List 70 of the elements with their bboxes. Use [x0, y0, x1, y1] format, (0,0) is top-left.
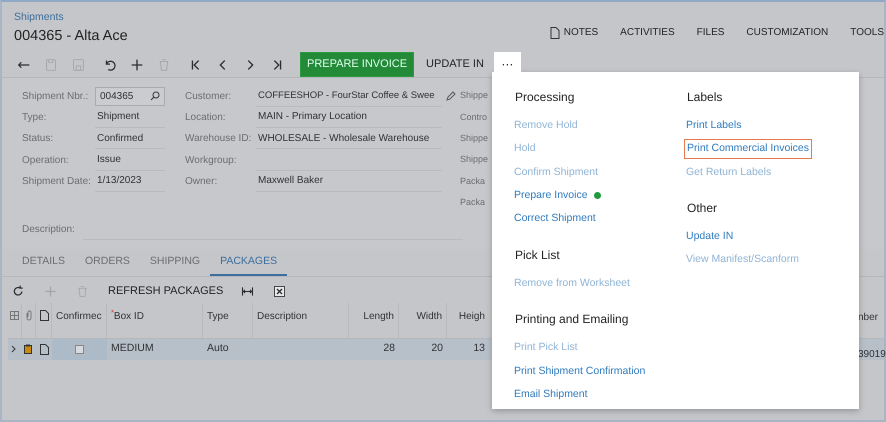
column-header[interactable]: $^{*}$Box ID — [111, 310, 144, 322]
field-label: Packa — [460, 196, 486, 209]
field-label: Owner: — [185, 174, 218, 189]
field-label: Operation: — [22, 154, 70, 168]
field-label: Warehouse ID: — [185, 132, 252, 146]
menu-section-title: Printing and Emailing — [515, 311, 630, 328]
field-label: Shipment Nbr.: — [22, 90, 90, 104]
menu-item[interactable]: Print Commercial Invoices — [684, 139, 812, 159]
input-field[interactable]: WHOLESALE - Wholesale Warehouse — [256, 128, 442, 150]
table-cell: Auto — [207, 342, 229, 354]
table-cell: 13 — [473, 342, 485, 354]
pencil-icon[interactable] — [446, 91, 456, 102]
lookup-field[interactable]: 004365 — [95, 86, 165, 106]
notes-icon — [550, 26, 560, 39]
menu-item[interactable]: Email Shipment — [512, 386, 590, 404]
field-label: Status: — [22, 132, 54, 146]
table-cell: MEDIUM — [111, 342, 154, 354]
menu-section-title: Other — [687, 200, 718, 218]
input-field[interactable]: MAIN - Primary Location — [256, 106, 442, 128]
column-header[interactable]: Length — [363, 310, 394, 322]
field-label: Customer: — [185, 90, 232, 104]
field-label: Type: — [22, 110, 48, 125]
menu-section-title: Labels — [687, 89, 724, 106]
menu-item[interactable]: Correct Shipment — [512, 210, 598, 228]
column-header[interactable]: Confirmec — [56, 310, 102, 322]
update-in-button[interactable]: UPDATE IN — [422, 54, 488, 75]
field-label: Workgroup: — [185, 154, 238, 168]
field-label: Packa — [460, 174, 486, 188]
menu-item[interactable]: Print Shipment Confirmation — [512, 362, 648, 380]
field-label: Contro — [460, 110, 488, 124]
table-cell-text: 39019 — [858, 348, 886, 362]
column-header[interactable]: Type — [207, 310, 229, 322]
field-label: Shipment Date: — [22, 174, 92, 189]
note-icon — [40, 344, 49, 354]
input-field[interactable]: Shipment — [95, 106, 165, 128]
note-icon — [40, 310, 49, 322]
refresh-packages-button[interactable]: REFRESH PACKAGES — [104, 281, 228, 302]
table-cell: 20 — [431, 342, 443, 354]
input-field[interactable]: 1/13/2023 — [95, 170, 165, 192]
top-link[interactable]: CUSTOMIZATION — [746, 18, 828, 48]
top-link[interactable]: ACTIVITIES — [620, 18, 675, 48]
column-header[interactable]: Width — [416, 310, 442, 322]
page-title: 004365 - Alta Ace — [14, 26, 128, 46]
search-icon[interactable] — [150, 91, 160, 102]
checkbox[interactable] — [75, 344, 84, 354]
prepare-invoice-button[interactable]: PREPARE INVOICE — [300, 52, 414, 77]
input-field[interactable]: Issue — [95, 149, 165, 171]
grid-settings-icon[interactable] — [10, 311, 19, 320]
column-header[interactable]: Description — [257, 310, 308, 322]
top-link[interactable]: TOOLS — [850, 18, 884, 48]
field-label: Description: — [22, 222, 75, 236]
top-link[interactable]: FILES — [696, 18, 724, 48]
clipboard-icon — [24, 344, 32, 354]
menu-item[interactable]: Update IN — [684, 228, 736, 246]
column-header[interactable]: Heigh — [458, 310, 485, 322]
menu-section-title: Processing — [515, 89, 576, 106]
input-field[interactable]: COFFEESHOP - FourStar Coffee & Swee — [256, 86, 442, 107]
field-label: Shippe — [460, 132, 488, 145]
attachment-icon — [25, 310, 33, 322]
menu-section-title: Pick List — [515, 246, 561, 264]
input-field[interactable]: Confirmed — [95, 128, 165, 150]
expand-icon[interactable] — [11, 345, 17, 353]
menu-item[interactable]: Prepare Invoice — [512, 186, 590, 205]
menu-item[interactable]: Print Labels — [684, 116, 744, 135]
field-label: Shippe — [460, 89, 488, 102]
field-label: Location: — [185, 110, 227, 125]
table-cell: 28 — [383, 342, 395, 354]
input-field[interactable]: Maxwell Baker — [256, 170, 442, 192]
notes-link[interactable]: NOTES — [550, 18, 598, 48]
field-label: Shippe — [460, 153, 488, 166]
